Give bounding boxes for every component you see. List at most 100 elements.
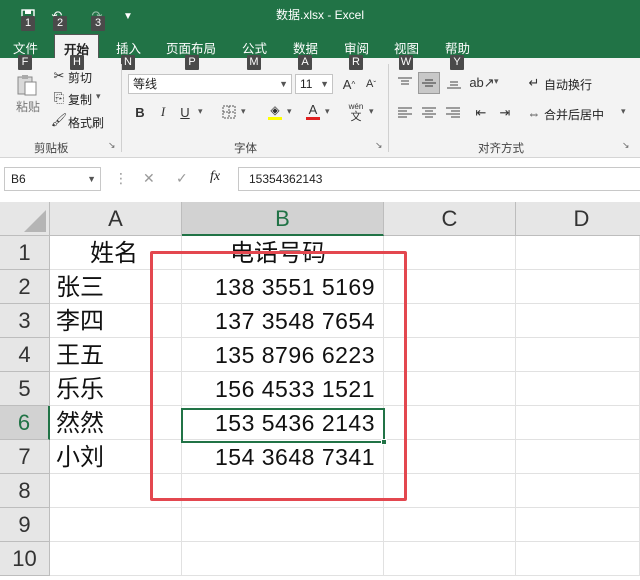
cell-b10[interactable]	[182, 542, 384, 576]
row-header[interactable]: 7	[0, 440, 50, 474]
font-group-label: 字体	[234, 143, 257, 155]
orientation-dropdown-icon[interactable]: ▾	[494, 76, 499, 87]
underline-button[interactable]: U	[178, 103, 192, 121]
decrease-font-size-icon[interactable]: Aˇ	[362, 74, 380, 94]
cell-d1[interactable]	[516, 236, 640, 270]
column-header-d[interactable]: D	[516, 202, 640, 236]
enter-icon[interactable]: ✓	[176, 170, 188, 187]
row-header[interactable]: 5	[0, 372, 50, 406]
keytip-view: W	[399, 55, 413, 70]
font-size-combo[interactable]: 11 ▼	[295, 74, 333, 94]
chevron-down-icon: ▼	[279, 79, 288, 89]
phonetic-guide-label: wén	[348, 101, 364, 111]
keytip-formulas: M	[247, 55, 261, 70]
align-right-icon[interactable]	[443, 103, 463, 123]
cell-a9[interactable]	[50, 508, 182, 542]
keytip-data: A	[298, 55, 312, 70]
row-header[interactable]: 4	[0, 338, 50, 372]
keytip-home: H	[70, 55, 84, 70]
column-header-b[interactable]: B	[182, 202, 384, 236]
borders-icon[interactable]	[220, 103, 238, 121]
font-color-dropdown-icon[interactable]: ▾	[325, 106, 330, 117]
copy-button[interactable]: 复制	[68, 91, 92, 108]
cut-button[interactable]: 剪切	[68, 69, 92, 86]
row-header[interactable]: 1	[0, 236, 50, 270]
cell-a10[interactable]	[50, 542, 182, 576]
cell-d9[interactable]	[516, 508, 640, 542]
align-center-icon[interactable]	[419, 103, 439, 123]
row-header[interactable]: 6	[0, 406, 50, 440]
cell-c9[interactable]	[384, 508, 516, 542]
borders-dropdown-icon[interactable]: ▾	[241, 106, 246, 117]
row-header[interactable]: 8	[0, 474, 50, 508]
format-painter-icon[interactable]: 🖌	[51, 112, 68, 127]
align-middle-icon[interactable]	[418, 72, 440, 94]
keytip-help: Y	[450, 55, 464, 70]
align-bottom-icon[interactable]	[444, 73, 464, 93]
group-separator	[388, 64, 389, 152]
select-all-button[interactable]	[0, 202, 50, 236]
cut-icon[interactable]: ✂	[52, 68, 66, 83]
cell-d2[interactable]	[516, 270, 640, 304]
cell-d7[interactable]	[516, 440, 640, 474]
underline-dropdown-icon[interactable]: ▾	[198, 106, 203, 117]
font-name-combo[interactable]: 等线 ▼	[128, 74, 292, 94]
align-left-icon[interactable]	[395, 103, 415, 123]
cell-d6[interactable]	[516, 406, 640, 440]
row-header[interactable]: 9	[0, 508, 50, 542]
wrap-text-icon[interactable]: ↵	[526, 74, 542, 92]
increase-font-size-icon[interactable]: A ^	[340, 74, 358, 94]
bold-button[interactable]: B	[133, 103, 147, 121]
merge-center-icon[interactable]: ⇔	[526, 104, 542, 122]
cell-d4[interactable]	[516, 338, 640, 372]
keytip-file: F	[18, 55, 32, 70]
merge-center-button[interactable]: 合并后居中	[544, 106, 604, 123]
fill-color-dropdown-icon[interactable]: ▾	[287, 106, 292, 117]
cancel-icon[interactable]: ✕	[143, 170, 155, 187]
cell-d10[interactable]	[516, 542, 640, 576]
row-header[interactable]: 3	[0, 304, 50, 338]
keytip-page-layout: P	[185, 55, 199, 70]
paste-button[interactable]: 粘贴	[16, 98, 40, 115]
insert-function-icon[interactable]: fx	[210, 169, 220, 185]
cell-c10[interactable]	[384, 542, 516, 576]
keytip-insert: N	[121, 55, 135, 70]
font-color-icon[interactable]: A	[304, 100, 322, 122]
cell-b9[interactable]	[182, 508, 384, 542]
paste-icon[interactable]	[12, 74, 42, 96]
font-launcher-icon[interactable]: ↘	[375, 140, 383, 151]
clipboard-launcher-icon[interactable]: ↘	[108, 140, 116, 151]
phonetic-dropdown-icon[interactable]: ▾	[369, 106, 374, 117]
chevron-down-icon: ▼	[320, 79, 329, 89]
phonetic-guide-icon[interactable]: wén 文	[345, 101, 367, 123]
merge-dropdown-icon[interactable]: ▾	[621, 106, 626, 117]
format-painter-button[interactable]: 格式刷	[68, 114, 104, 131]
alignment-group-label: 对齐方式	[478, 143, 524, 155]
group-separator	[121, 64, 122, 152]
column-header-c[interactable]: C	[384, 202, 516, 236]
fill-color-icon[interactable]: ◈	[266, 100, 284, 122]
formula-input[interactable]: 15354362143	[238, 167, 640, 191]
cell-d8[interactable]	[516, 474, 640, 508]
alignment-launcher-icon[interactable]: ↘	[622, 140, 630, 151]
name-box-value: B6	[11, 172, 26, 186]
orientation-icon[interactable]: ab↗	[469, 73, 494, 93]
formula-bar-grip-icon[interactable]: ⋮	[114, 170, 128, 187]
copy-icon[interactable]: ⎘	[52, 90, 66, 105]
keytip-review: R	[349, 55, 363, 70]
font-size-value: 11	[300, 77, 313, 91]
row-header[interactable]: 10	[0, 542, 50, 576]
row-header[interactable]: 2	[0, 270, 50, 304]
keytip-3: 3	[91, 16, 105, 31]
align-top-icon[interactable]	[395, 73, 415, 93]
keytip-1: 1	[21, 16, 35, 31]
decrease-indent-icon[interactable]: ⇤	[471, 103, 491, 123]
cell-d3[interactable]	[516, 304, 640, 338]
name-box[interactable]: B6 ▼	[4, 167, 101, 191]
column-header-a[interactable]: A	[50, 202, 182, 236]
wrap-text-button[interactable]: 自动换行	[544, 76, 592, 93]
italic-button[interactable]: I	[156, 103, 170, 121]
increase-indent-icon[interactable]: ⇥	[495, 103, 515, 123]
copy-dropdown-icon[interactable]: ▾	[96, 91, 101, 102]
cell-d5[interactable]	[516, 372, 640, 406]
